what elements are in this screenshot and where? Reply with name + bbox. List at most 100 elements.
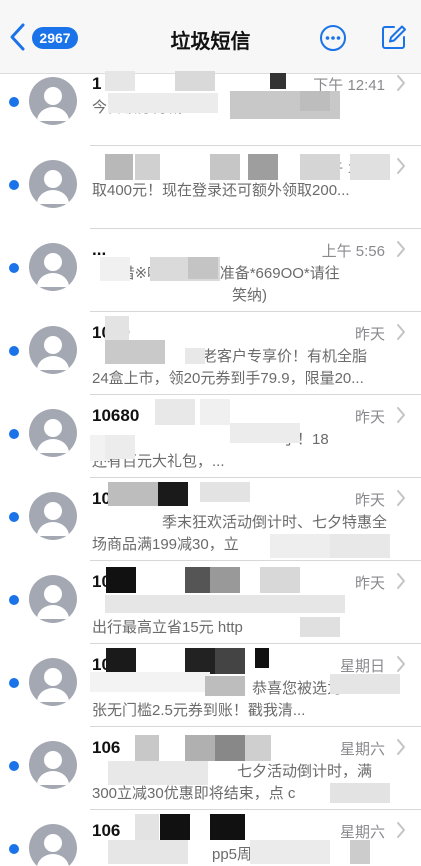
redaction-block	[260, 567, 300, 593]
preview-line-2: 张无门槛2.5元券到账！戳我清...	[92, 700, 408, 722]
compose-icon	[382, 25, 406, 49]
redaction-block	[158, 482, 188, 506]
redaction-block	[300, 617, 340, 637]
redaction-block	[188, 257, 218, 279]
person-avatar-icon	[37, 336, 69, 370]
preview-line-2: 笑纳)	[92, 285, 408, 307]
page-title: 垃圾短信	[170, 31, 251, 53]
message-row[interactable]: 106 星期六 七夕活动倒计时，满 300立减30优惠即将结束，点 c	[0, 727, 421, 810]
message-preview: 【※借※呗※】为你准备*669OO*请往 笑纳)	[92, 263, 408, 307]
preview-line-2-text: 出行最高立省15元 http	[92, 619, 243, 636]
ellipsis-circle-icon	[320, 25, 346, 51]
redaction-block	[215, 735, 245, 761]
chevron-right-icon	[397, 75, 405, 91]
redaction-block	[175, 71, 215, 91]
redaction-block	[210, 567, 240, 593]
unread-dot-icon	[9, 346, 19, 356]
redaction-block	[210, 814, 245, 840]
avatar	[29, 492, 77, 540]
preview-line-2: 出行最高立省15元 http	[92, 617, 408, 639]
person-avatar-icon	[37, 170, 69, 204]
preview-line-2-text: 张无门槛2.5元券到账！戳我清...	[92, 702, 306, 719]
more-options-button[interactable]	[319, 24, 347, 52]
compose-button[interactable]	[381, 24, 407, 50]
message-row[interactable]: 106 星期日 恭喜您被选为 张无门槛2.5元券到账！戳我清...	[0, 644, 421, 727]
redaction-block	[106, 648, 136, 674]
avatar	[29, 575, 77, 623]
avatar	[29, 243, 77, 291]
preview-line-1: 季末狂欢活动倒计时、七夕特惠全	[162, 514, 388, 531]
redaction-block	[105, 154, 133, 180]
unread-dot-icon	[9, 761, 19, 771]
redaction-block	[200, 482, 250, 502]
person-avatar-icon	[37, 502, 69, 536]
message-row[interactable]: 10 昨天 季末狂欢活动倒计时、七夕特惠全 场商品满199减30，立	[0, 478, 421, 561]
redaction-block	[300, 91, 330, 111]
unread-dot-icon	[9, 678, 19, 688]
person-avatar-icon	[37, 585, 69, 619]
avatar	[29, 77, 77, 125]
message-sender: 106	[92, 821, 121, 840]
redaction-block	[135, 154, 160, 180]
avatar	[29, 409, 77, 457]
message-row[interactable]: 1069 昨天 老客户专享价！有机全脂 24盒上市，领20元券到手79.9，限量…	[0, 312, 421, 395]
redaction-block	[270, 73, 286, 89]
redaction-block	[215, 648, 245, 674]
redaction-block	[350, 154, 390, 180]
chevron-right-icon	[397, 324, 405, 340]
redaction-block	[105, 595, 345, 613]
person-avatar-icon	[37, 419, 69, 453]
message-time: 昨天	[354, 326, 385, 343]
redaction-block	[230, 423, 300, 443]
person-avatar-icon	[37, 751, 69, 785]
message-row[interactable]: 下午 12:04 取400元！现在登录还可额外领取200...	[0, 146, 421, 229]
message-sender: 106	[92, 738, 121, 757]
redaction-block	[210, 154, 240, 180]
message-time: 上午 5:56	[321, 243, 385, 260]
message-time: 星期六	[339, 824, 385, 841]
unread-dot-icon	[9, 180, 19, 190]
message-row[interactable]: 106 星期六 pp5周年庆， 88元	[0, 810, 421, 866]
message-time: 星期日	[339, 658, 385, 675]
message-time: 昨天	[354, 492, 385, 509]
redaction-block	[330, 674, 400, 694]
redaction-block	[105, 316, 129, 340]
redaction-block	[255, 648, 269, 668]
person-avatar-icon	[37, 253, 69, 287]
redaction-block	[330, 783, 390, 803]
redaction-block	[105, 340, 165, 364]
unread-dot-icon	[9, 263, 19, 273]
redaction-block	[135, 814, 159, 840]
message-time: 昨天	[354, 409, 385, 426]
chevron-right-icon	[397, 490, 405, 506]
redaction-block	[270, 534, 330, 558]
message-sender: 1	[92, 74, 102, 93]
redaction-block	[248, 154, 278, 180]
message-row[interactable]: 106 昨天 已到账， 出行最高立省15元 http	[0, 561, 421, 644]
preview-line-2-tail: 笑纳)	[232, 287, 267, 304]
redaction-block	[250, 840, 330, 864]
unread-dot-icon	[9, 429, 19, 439]
message-row[interactable]: 10680 昨天 了！18 还有百元大礼包，...	[0, 395, 421, 478]
redaction-block	[135, 735, 159, 761]
preview-line-2: 取400元！现在登录还可额外领取200...	[92, 180, 408, 202]
preview-line-2: 还有百元大礼包，...	[92, 451, 408, 473]
message-row[interactable]: ... 上午 5:56 【※借※呗※】为你准备*669OO*请往 笑纳)	[0, 229, 421, 312]
unread-dot-icon	[9, 97, 19, 107]
chevron-right-icon	[397, 241, 405, 257]
avatar	[29, 326, 77, 374]
message-sender: 10680	[92, 406, 140, 425]
chevron-right-icon	[397, 158, 405, 174]
message-list: 1 下午 12:41 今日领券再减100！/8e2b... 下午 12:04 取…	[0, 63, 421, 866]
preview-line-2-text: 24盒上市，领20元券到手79.9，限量20...	[92, 370, 364, 387]
preview-line-2-text: 场商品满199减30，立	[92, 536, 239, 553]
redaction-block	[245, 735, 271, 761]
redaction-block	[330, 534, 390, 558]
redaction-block	[108, 482, 158, 506]
redaction-block	[350, 840, 370, 864]
preview-line-2: 24盒上市，领20元券到手79.9，限量20...	[92, 368, 408, 390]
message-row[interactable]: 1 下午 12:41 今日领券再减100！/8e2b...	[0, 63, 421, 146]
redaction-block	[100, 257, 130, 281]
redaction-block	[185, 348, 205, 364]
preview-line-2-text: 300立减30优惠即将结束，点 c	[92, 785, 296, 802]
